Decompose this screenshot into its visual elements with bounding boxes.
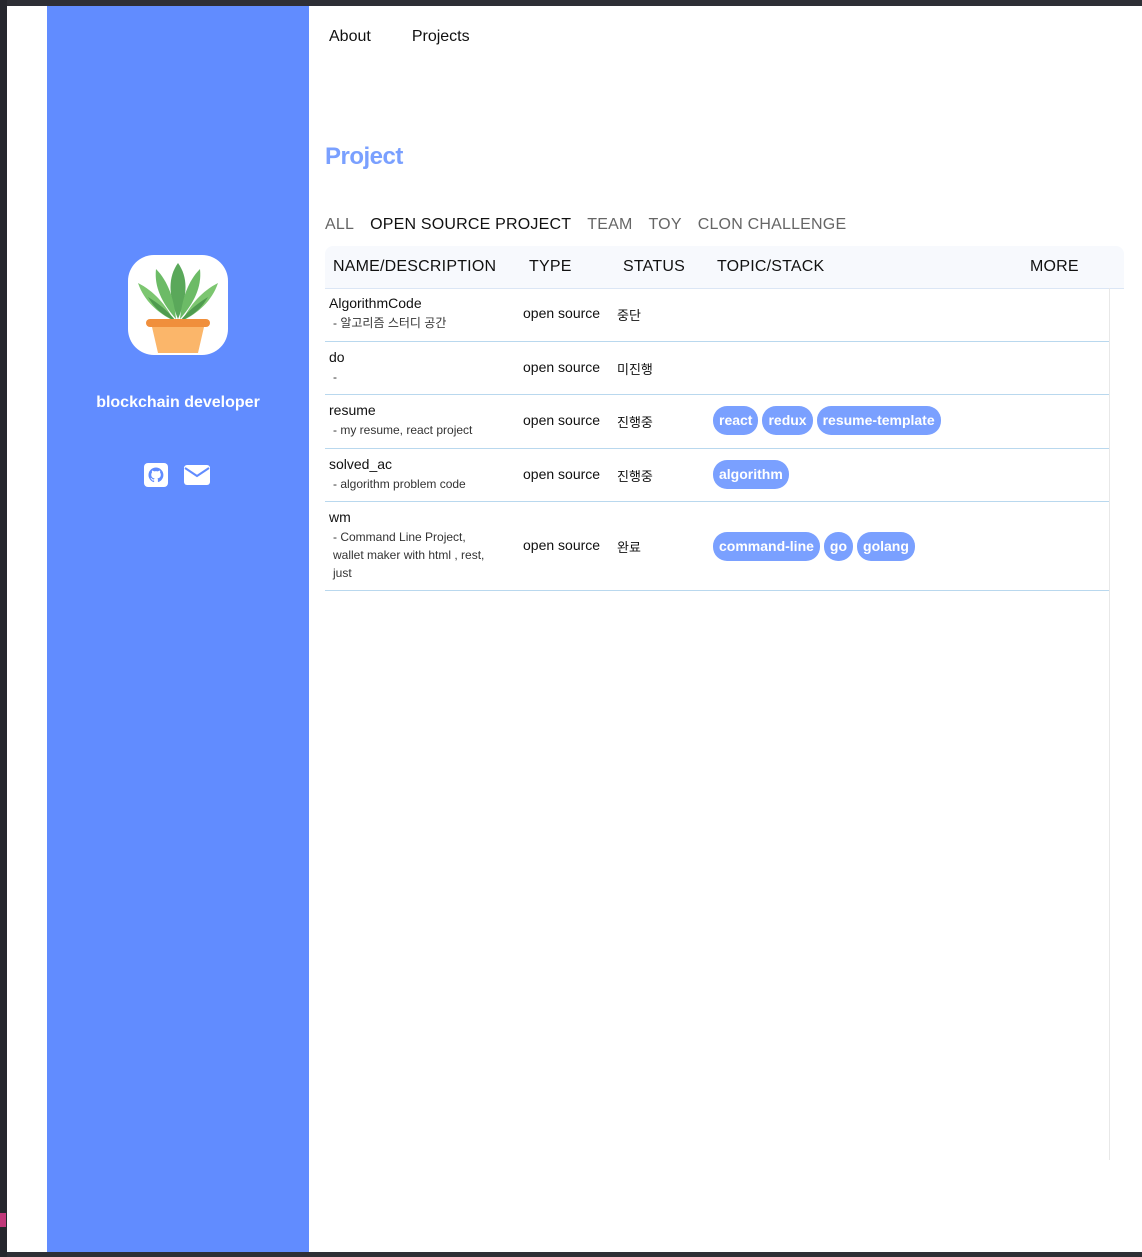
topic-tag[interactable]: react (713, 406, 759, 435)
table-row[interactable]: do - open source 미진행 (325, 342, 1109, 395)
topic-tag[interactable]: golang (857, 532, 915, 561)
nav-about-link[interactable]: About (329, 28, 371, 46)
background-editor-strip (0, 0, 7, 1257)
topic-tag[interactable]: redux (762, 406, 813, 435)
table-header: NAME/DESCRIPTION TYPE STATUS TOPIC/STACK… (325, 246, 1124, 289)
filter-tab-open-source[interactable]: OPEN SOURCE PROJECT (370, 216, 571, 234)
topic-tags: algorithm (713, 460, 789, 489)
project-type: open source (523, 466, 601, 482)
editor-marker (0, 1213, 6, 1227)
project-type: open source (523, 305, 601, 321)
project-status: 진행중 (617, 469, 653, 484)
table-row[interactable]: resume - my resume, react project open s… (325, 395, 1109, 449)
project-filter-tabs: ALL OPEN SOURCE PROJECT TEAM TOY CLON CH… (325, 216, 846, 234)
column-header-name: NAME/DESCRIPTION (333, 258, 497, 275)
top-nav: About Projects (329, 28, 470, 46)
section-heading: Project (325, 143, 403, 170)
project-name: solved_ac (329, 456, 393, 472)
column-header-more: MORE (1030, 258, 1079, 275)
filter-tab-clon-challenge[interactable]: CLON CHALLENGE (698, 216, 847, 234)
topic-tag[interactable]: resume-template (816, 406, 941, 435)
filter-tab-toy[interactable]: TOY (649, 216, 682, 234)
project-name: resume (329, 402, 376, 418)
project-type: open source (523, 359, 601, 375)
table-row[interactable]: wm - Command Line Project, wallet maker … (325, 502, 1109, 591)
role-text: blockchain developer (96, 394, 260, 411)
project-name: do (329, 349, 345, 365)
topic-tags: command-line go golang (713, 532, 915, 561)
project-name: wm (329, 509, 351, 525)
project-status: 완료 (617, 540, 641, 555)
topic-tags: react redux resume-template (713, 406, 941, 435)
project-name: AlgorithmCode (329, 295, 422, 311)
project-type: open source (523, 412, 601, 428)
topic-tag[interactable]: go (823, 532, 854, 561)
profile-sidebar: blockchain developer (47, 6, 309, 1252)
project-description: - 알고리즘 스터디 공간 (333, 316, 447, 330)
table-row[interactable]: solved_ac - algorithm problem code open … (325, 449, 1109, 502)
topic-tag[interactable]: algorithm (713, 460, 789, 489)
project-table-body: AlgorithmCode - 알고리즘 스터디 공간 open source … (325, 288, 1110, 1160)
project-status: 미진행 (617, 362, 653, 377)
project-status: 중단 (617, 308, 641, 323)
nav-projects-link[interactable]: Projects (412, 28, 470, 46)
table-row[interactable]: AlgorithmCode - 알고리즘 스터디 공간 open source … (325, 288, 1109, 342)
topic-tag[interactable]: command-line (713, 532, 820, 561)
project-type: open source (523, 537, 601, 553)
plant-pot-icon (128, 255, 228, 355)
column-header-status: STATUS (623, 258, 685, 275)
resume-page: blockchain developer About Projects Proj… (7, 6, 1142, 1252)
github-icon[interactable] (144, 463, 168, 487)
project-description: - algorithm problem code (333, 477, 466, 491)
filter-tab-all[interactable]: ALL (325, 216, 354, 234)
project-description: - (333, 370, 337, 384)
column-header-topic: TOPIC/STACK (717, 258, 825, 275)
main-content: About Projects Project ALL OPEN SOURCE P… (309, 6, 1142, 1252)
filter-tab-team[interactable]: TEAM (587, 216, 632, 234)
project-description: - Command Line Project, wallet maker wit… (333, 530, 485, 580)
column-header-type: TYPE (529, 258, 572, 275)
project-description: - my resume, react project (333, 423, 473, 437)
mail-icon[interactable] (184, 463, 210, 487)
project-status: 진행중 (617, 415, 653, 430)
